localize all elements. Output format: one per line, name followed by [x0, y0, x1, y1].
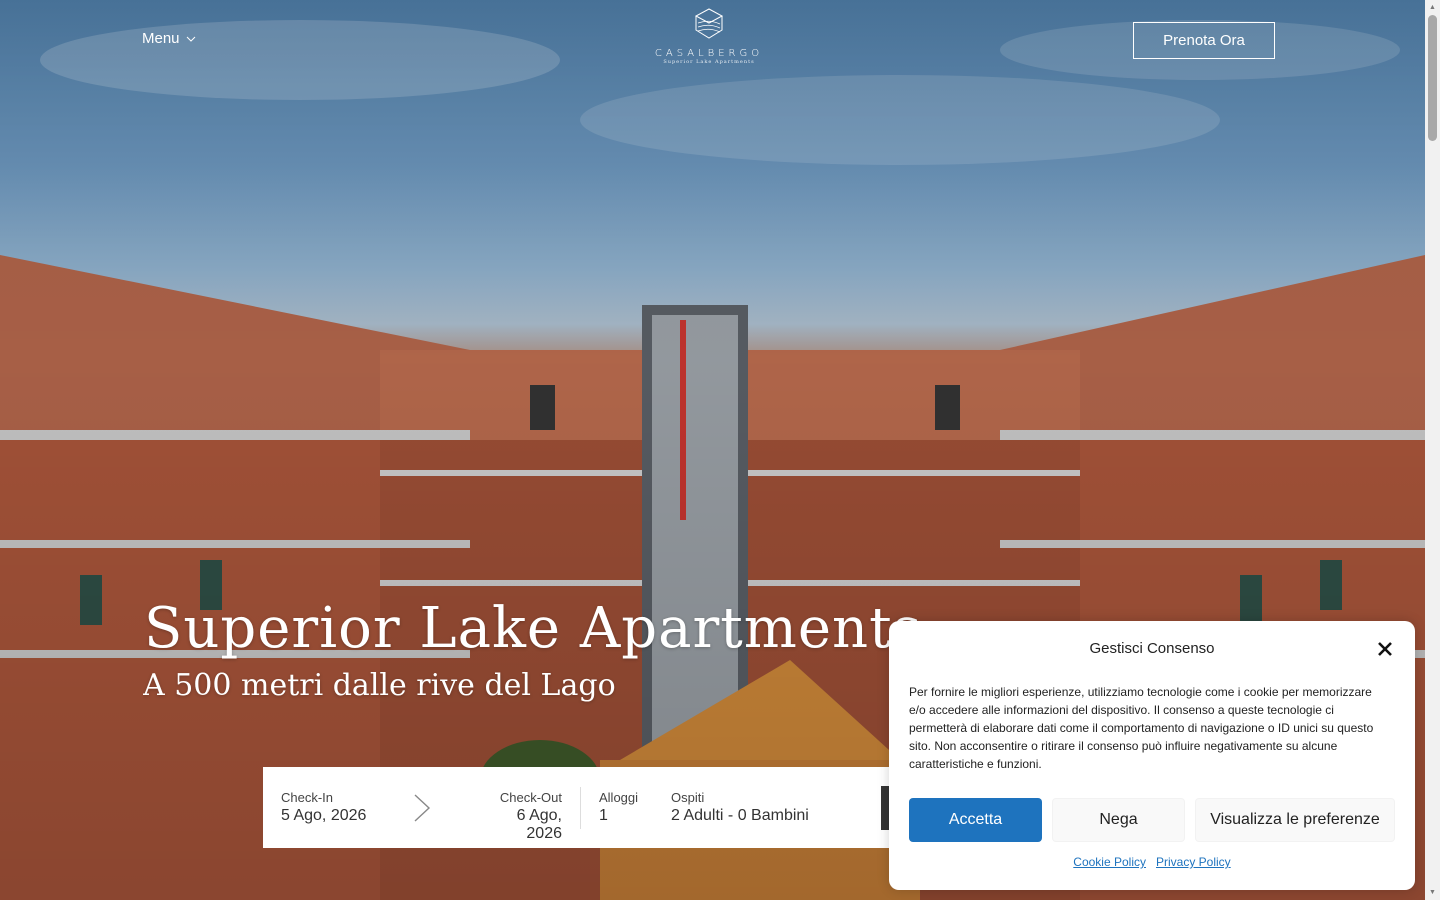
scroll-down-icon[interactable]: ▼ — [1425, 885, 1440, 900]
page: Menu CASALBERGO Superior Lake Apartments… — [0, 0, 1440, 900]
checkout-label: Check-Out — [499, 790, 562, 805]
checkout-field[interactable]: Check-Out 6 Ago, 2026 — [477, 790, 562, 843]
privacy-policy-link[interactable]: Privacy Policy — [1156, 855, 1231, 869]
cookie-dialog-title: Gestisci Consenso — [1089, 640, 1215, 657]
guests-field[interactable]: Ospiti 2 Adulti - 0 Bambini — [671, 790, 809, 825]
chevron-down-icon — [186, 34, 196, 45]
close-icon[interactable] — [1376, 640, 1394, 658]
book-now-button[interactable]: Prenota Ora — [1133, 22, 1275, 59]
guests-label: Ospiti — [671, 790, 705, 805]
scrollbar-thumb[interactable] — [1428, 15, 1437, 141]
cookie-consent-dialog: Gestisci Consenso Per fornire le miglior… — [889, 621, 1415, 890]
logo-name: CASALBERGO — [654, 48, 764, 59]
layered-cube-logo-icon — [640, 8, 778, 45]
logo-tagline: Superior Lake Apartments — [663, 59, 755, 65]
guests-value: 2 Adulti - 0 Bambini — [671, 807, 809, 824]
rooms-field[interactable]: Alloggi 1 — [599, 790, 638, 825]
cookie-dialog-body: Per fornire le migliori esperienze, util… — [909, 685, 1374, 771]
chevron-right-icon — [413, 793, 431, 828]
booking-form: Check-In 5 Ago, 2026 Check-Out 6 Ago, 20… — [263, 767, 903, 848]
accept-button[interactable]: Accetta — [909, 798, 1042, 842]
checkin-field[interactable]: Check-In 5 Ago, 2026 — [281, 790, 366, 825]
cookie-policy-link[interactable]: Cookie Policy — [1073, 855, 1146, 869]
deny-button[interactable]: Nega — [1052, 798, 1185, 842]
hero-subtitle: A 500 metri dalle rive del Lago — [143, 668, 616, 703]
scroll-up-icon[interactable]: ▲ — [1425, 0, 1440, 15]
view-preferences-button[interactable]: Visualizza le preferenze — [1195, 798, 1395, 842]
rooms-label: Alloggi — [599, 790, 639, 805]
checkout-value: 6 Ago, 2026 — [516, 807, 562, 842]
menu-button[interactable]: Menu — [142, 30, 196, 47]
site-logo[interactable]: CASALBERGO Superior Lake Apartments — [640, 8, 778, 74]
policy-links: Cookie Policy Privacy Policy — [889, 855, 1415, 869]
rooms-value: 1 — [599, 807, 608, 824]
vertical-scrollbar[interactable]: ▲ ▼ — [1425, 0, 1440, 900]
checkin-value: 5 Ago, 2026 — [281, 807, 367, 824]
hero-title: Superior Lake Apartments — [144, 596, 923, 661]
booking-divider — [580, 787, 581, 829]
menu-label: Menu — [142, 30, 180, 47]
checkin-label: Check-In — [281, 790, 334, 805]
